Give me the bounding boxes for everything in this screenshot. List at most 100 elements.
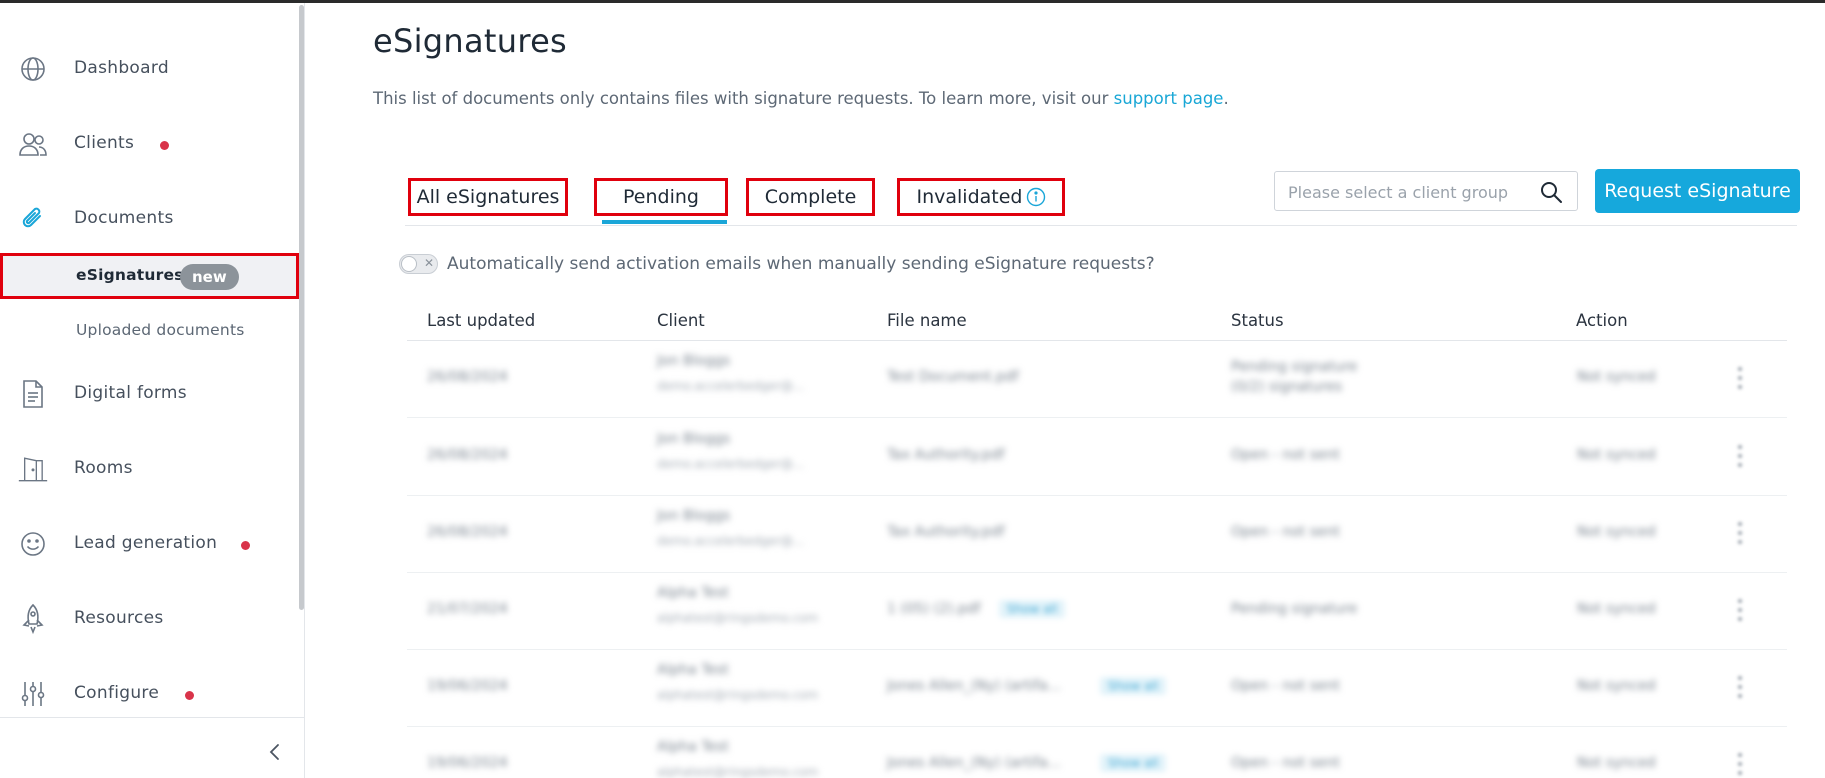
activation-email-toggle-label: Automatically send activation emails whe… [447, 254, 1155, 274]
column-header-action: Action [1576, 311, 1628, 330]
new-badge: new [180, 264, 239, 290]
show-all-files-chip[interactable]: Show all [1100, 677, 1167, 695]
row-client-name[interactable]: Alpha Test [657, 662, 729, 678]
sliders-icon [18, 679, 48, 709]
sidebar-item-label: Documents [74, 208, 174, 228]
row-sync-action[interactable]: Not synced [1577, 369, 1656, 385]
support-page-link[interactable]: support page [1114, 89, 1224, 108]
table-row[interactable]: 21/07/2024 Alpha Test alphatest@ringsdem… [407, 573, 1787, 650]
show-all-files-chip[interactable]: Show all [999, 600, 1066, 618]
sidebar-item-label: Resources [74, 608, 164, 628]
activation-email-toggle[interactable]: ✕ [399, 254, 438, 274]
tab-label: Invalidated [916, 186, 1023, 208]
sidebar-divider [0, 717, 304, 718]
sidebar-item-rooms[interactable]: Rooms [0, 444, 299, 492]
row-status: Pending signature [1231, 601, 1358, 617]
table-row[interactable]: 26/08/2024 Jon Bloggs demo.accelerbedger… [407, 341, 1787, 418]
row-sync-action[interactable]: Not synced [1577, 678, 1656, 694]
row-status-detail: (0/2) signatures [1231, 379, 1343, 395]
row-file-name[interactable]: Test Document.pdf [887, 369, 1019, 385]
row-client-email: demo.accelerbedger@... [657, 534, 805, 548]
row-client-name[interactable]: Jon Bloggs [657, 508, 730, 524]
paperclip-icon [18, 204, 48, 234]
sidebar-item-label: Rooms [74, 458, 133, 478]
row-client-email: demo.accelerbedger@... [657, 457, 805, 471]
info-icon[interactable] [1026, 187, 1046, 207]
sidebar-item-label: Configure [74, 683, 160, 703]
globe-icon [18, 54, 48, 84]
row-file-name[interactable]: Jones Allen_(Ny) (artifa... [887, 755, 1061, 771]
table-row[interactable]: 19/06/2024 Alpha Test alphatest@ringsdem… [407, 650, 1787, 727]
row-status: Open - not sent [1231, 678, 1340, 694]
row-file-name[interactable]: 1 (05) (2).pdf [887, 601, 981, 617]
sidebar-item-label: Clients [74, 133, 135, 153]
row-kebab-menu-icon[interactable] [1736, 597, 1744, 625]
sidebar-subitem-uploaded-documents[interactable]: Uploaded documents [0, 308, 299, 354]
request-esignature-button[interactable]: Request eSignature [1595, 169, 1800, 213]
sidebar-item-label: Dashboard [74, 58, 169, 78]
row-sync-action[interactable]: Not synced [1577, 447, 1656, 463]
row-client-name[interactable]: Alpha Test [657, 739, 729, 755]
sidebar-item-configure[interactable]: Configure [0, 669, 299, 717]
search-icon[interactable] [1539, 180, 1563, 204]
sidebar-item-clients[interactable]: Clients [0, 119, 299, 167]
row-sync-action[interactable]: Not synced [1577, 755, 1656, 771]
row-sync-action[interactable]: Not synced [1577, 524, 1656, 540]
client-group-search[interactable] [1274, 171, 1578, 211]
row-file-name[interactable]: Tax Authority.pdf [887, 447, 1005, 463]
table-row[interactable]: 26/08/2024 Jon Bloggs demo.accelerbedger… [407, 496, 1787, 573]
row-client-email: demo.accelerbedger@... [657, 379, 805, 393]
row-date: 26/08/2024 [427, 447, 508, 463]
show-all-files-chip[interactable]: Show all [1100, 754, 1167, 772]
column-header-status[interactable]: Status [1231, 311, 1284, 330]
row-file-name[interactable]: Jones Allen_(Ny) (artifa... [887, 678, 1061, 694]
row-kebab-menu-icon[interactable] [1736, 365, 1744, 393]
sidebar-item-digital-forms[interactable]: Digital forms [0, 369, 299, 417]
row-status: Open - not sent [1231, 524, 1340, 540]
tab-complete[interactable]: Complete [746, 178, 875, 216]
row-kebab-menu-icon[interactable] [1736, 443, 1744, 471]
row-client-email: alphatest@ringsdemo.com [657, 688, 819, 702]
column-header-file-name[interactable]: File name [887, 311, 967, 330]
tab-label: Complete [764, 186, 857, 208]
notification-dot [185, 691, 194, 700]
client-group-search-input[interactable] [1288, 180, 1528, 204]
row-client-name[interactable]: Jon Bloggs [657, 353, 730, 369]
sidebar-subitem-esignatures[interactable]: eSignatures new [0, 253, 299, 299]
sidebar-item-documents[interactable]: Documents [0, 194, 299, 242]
sidebar-scrollbar[interactable] [299, 5, 304, 610]
sidebar-subitem-label: Uploaded documents [76, 321, 245, 339]
row-file-name[interactable]: Tax Authority.pdf [887, 524, 1005, 540]
sidebar-item-label: Digital forms [74, 383, 187, 403]
row-status: Open - not sent [1231, 447, 1340, 463]
tab-all-esignatures[interactable]: All eSignatures [408, 178, 568, 216]
row-kebab-menu-icon[interactable] [1736, 674, 1744, 702]
row-kebab-menu-icon[interactable] [1736, 520, 1744, 548]
sidebar-item-dashboard[interactable]: Dashboard [0, 44, 299, 92]
row-client-name[interactable]: Alpha Test [657, 585, 729, 601]
row-client-email: alphatest@ringsdemo.com [657, 765, 819, 778]
tab-pending[interactable]: Pending [594, 178, 728, 216]
row-client-name[interactable]: Jon Bloggs [657, 431, 730, 447]
sidebar-item-resources[interactable]: Resources [0, 594, 299, 642]
tab-label: Pending [623, 186, 699, 208]
row-sync-action[interactable]: Not synced [1577, 601, 1656, 617]
column-header-client[interactable]: Client [657, 311, 705, 330]
tab-invalidated[interactable]: Invalidated [897, 178, 1065, 216]
row-client-email: alphatest@ringsdemo.com [657, 611, 819, 625]
row-date: 21/07/2024 [427, 601, 508, 617]
column-header-last-updated[interactable]: Last updated [427, 311, 535, 330]
sidebar-item-label: Lead generation [74, 533, 218, 553]
users-icon [18, 129, 48, 159]
notification-dot [160, 141, 169, 150]
row-date: 19/06/2024 [427, 678, 508, 694]
table-row[interactable]: 19/06/2024 Alpha Test alphatest@ringsdem… [407, 727, 1787, 778]
sidebar-item-lead-generation[interactable]: Lead generation [0, 519, 299, 567]
document-icon [18, 379, 48, 409]
row-kebab-menu-icon[interactable] [1736, 751, 1744, 778]
smiley-icon [18, 529, 48, 559]
row-date: 19/06/2024 [427, 755, 508, 771]
row-date: 26/08/2024 [427, 524, 508, 540]
collapse-sidebar-button[interactable] [264, 741, 286, 763]
table-row[interactable]: 26/08/2024 Jon Bloggs demo.accelerbedger… [407, 419, 1787, 496]
